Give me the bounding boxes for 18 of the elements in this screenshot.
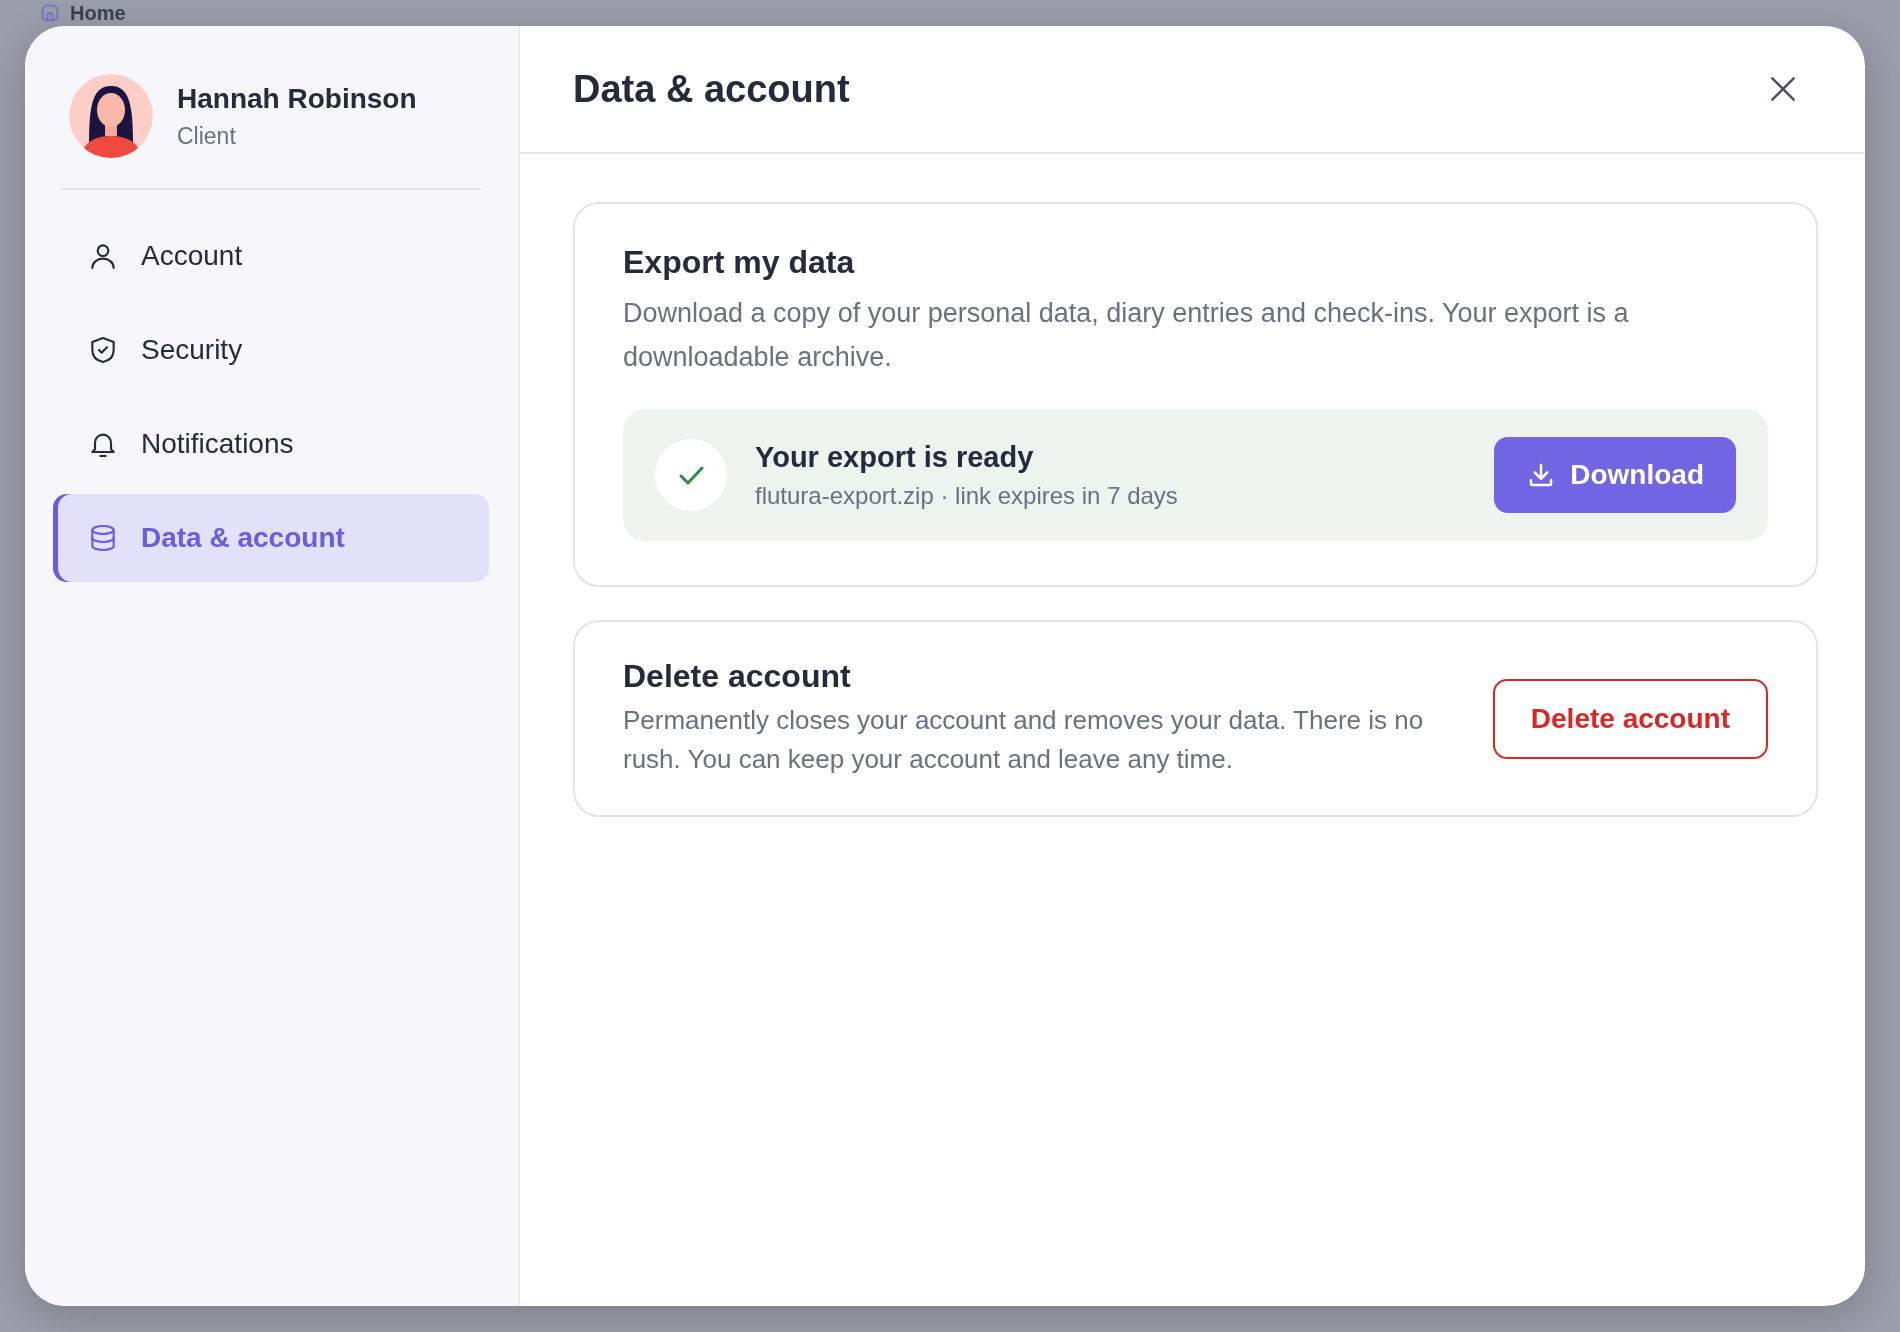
page-title: Home bbox=[70, 2, 126, 24]
card-title: Delete account bbox=[623, 658, 852, 695]
sidebar-item[interactable]: Data & account bbox=[53, 494, 489, 582]
card-title: Export my data bbox=[623, 244, 856, 281]
sidebar-item[interactable]: Account bbox=[53, 212, 489, 300]
sidebar-item[interactable]: Security bbox=[53, 306, 489, 394]
card-description: Permanently closes your account and removes your data. There is no rush. You can keep your account and leave any time. bbox=[623, 704, 1425, 776]
dialog-title: Data & account bbox=[573, 67, 850, 111]
delete-account-button[interactable]: Delete account bbox=[1492, 678, 1768, 759]
card-description: Download a copy of your personal data, diary entries and check-ins. Your export is a downloadable archive. bbox=[623, 297, 1630, 374]
user-role: Client bbox=[177, 122, 237, 150]
home-icon bbox=[40, 3, 60, 23]
sidebar-item[interactable]: Notifications bbox=[53, 400, 489, 488]
status-detail: flutura-export.zip · link expires in 7 days bbox=[755, 481, 1179, 510]
user-name: Hannah Robinson bbox=[177, 82, 417, 115]
checkmark-icon bbox=[655, 439, 727, 511]
status-title: Your export is ready bbox=[755, 440, 1035, 474]
download-button[interactable]: Download bbox=[1494, 437, 1736, 513]
